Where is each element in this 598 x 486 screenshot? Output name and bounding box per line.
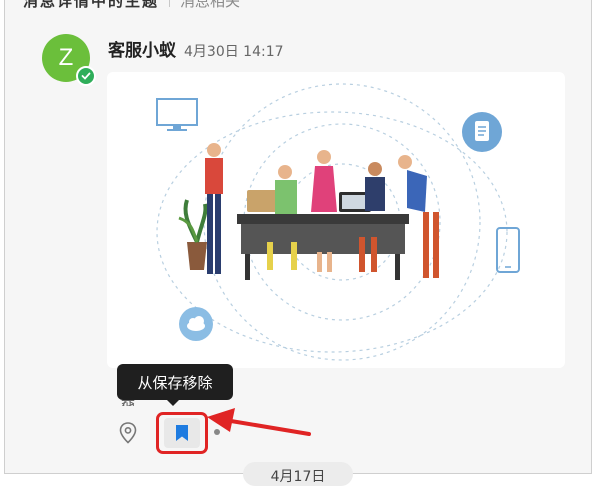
document-icon (462, 112, 502, 152)
avatar-letter: Z (58, 44, 74, 71)
date-divider: 4月17日 (243, 462, 353, 486)
sender-name[interactable]: 客服小蚁 (108, 36, 176, 61)
header-divider (169, 0, 171, 7)
header-subtitle[interactable]: 消息相关 (180, 0, 240, 11)
verified-badge-icon (76, 66, 96, 86)
plant-icon (178, 199, 208, 270)
bookmark-button[interactable] (156, 412, 208, 454)
bookmark-icon (176, 425, 188, 441)
panel-header: 消息详情中的主题 消息相关 (23, 0, 240, 10)
team-illustration (156, 83, 520, 361)
phone-icon (496, 227, 520, 273)
image-attachment[interactable] (107, 72, 565, 368)
message-actions (116, 412, 208, 454)
remove-from-saved-tooltip: 从保存移除 (117, 364, 233, 406)
red-arrow-icon (207, 408, 311, 436)
cloud-icon (179, 307, 213, 341)
monitor-icon (156, 98, 198, 131)
message-meta: 客服小蚁 4月30日 14:17 (108, 36, 284, 61)
location-pin-icon[interactable] (116, 421, 140, 445)
header-title: 消息详情中的主题 (23, 0, 160, 10)
message-timestamp: 4月30日 14:17 (184, 44, 284, 60)
bookmark-button-bg (164, 418, 200, 448)
person-standing-left (205, 143, 223, 274)
